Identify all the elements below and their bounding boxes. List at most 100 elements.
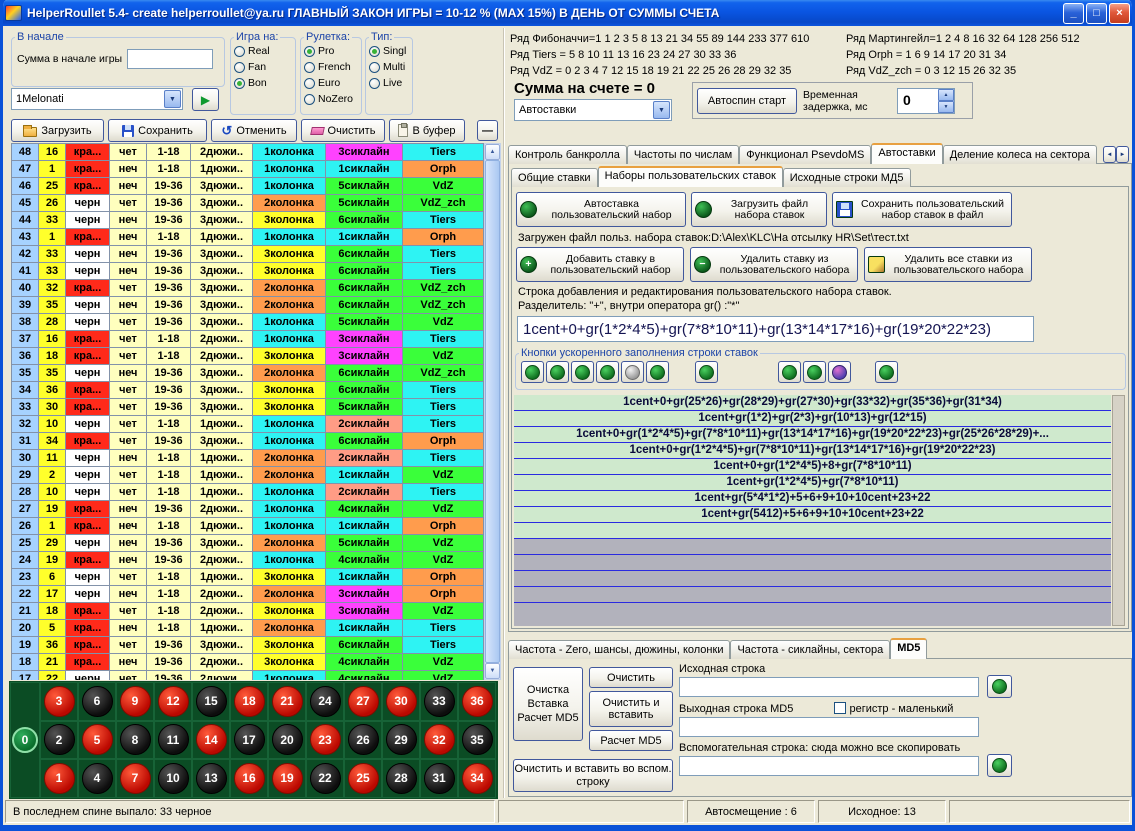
load-button[interactable]: Загрузить [11,119,104,142]
chip-button[interactable]: Автоставка пользовательский набор [516,192,686,227]
autospin-start-button[interactable]: Автоспин старт [697,88,797,114]
copy-to-buffer-button[interactable]: В буфер [389,119,465,142]
board-cell-14[interactable]: 14 [192,721,230,760]
tab-деление-колеса-на-сектора[interactable]: Деление колеса на сектора [943,145,1097,164]
board-cell-10[interactable]: 10 [154,759,192,798]
board-cell-23[interactable]: 23 [306,721,344,760]
lowercase-checkbox[interactable] [834,702,846,714]
board-cell-35[interactable]: 35 [458,721,496,760]
board-cell-32[interactable]: 32 [420,721,458,760]
radio-option-live[interactable]: Live [369,75,409,91]
radio-option-fan[interactable]: Fan [234,59,292,75]
md5-source-input[interactable] [679,677,979,697]
quick-bet-button[interactable] [621,361,644,383]
board-cell-20[interactable]: 20 [268,721,306,760]
board-cell-19[interactable]: 19 [268,759,306,798]
quick-bet-button[interactable] [571,361,594,383]
board-cell-29[interactable]: 29 [382,721,420,760]
remove-bet-button[interactable]: Удалить ставку из пользовательского набо… [690,247,858,282]
radio-option-multi[interactable]: Multi [369,59,409,75]
clear-button[interactable]: Очистить [301,119,385,142]
bet-list-item[interactable]: 1cent+0+gr(25*26)+gr(28*29)+gr(27*30)+gr… [514,395,1111,411]
radio-option-nozero[interactable]: NoZero [304,91,358,107]
board-cell-4[interactable]: 4 [78,759,116,798]
radio-option-pro[interactable]: Pro [304,43,358,59]
board-cell-8[interactable]: 8 [116,721,154,760]
board-cell-6[interactable]: 6 [78,682,116,721]
board-cell-28[interactable]: 28 [382,759,420,798]
board-cell-33[interactable]: 33 [420,682,458,721]
bet-list-item[interactable]: 1cent+gr(1*2*4*5)+gr(7*8*10*11) [514,475,1111,491]
collapse-button[interactable]: — [477,120,498,141]
md5-helper-input[interactable] [679,756,979,776]
save-set-button[interactable]: Сохранить пользовательский набор ставок … [832,192,1012,227]
start-sum-input[interactable] [127,49,213,69]
radio-option-bon[interactable]: Bon [234,75,292,91]
minimize-button[interactable]: _ [1063,3,1084,24]
md5-clear-button[interactable]: Очистить [589,667,673,688]
quick-bet-button[interactable] [803,361,826,383]
board-cell-7[interactable]: 7 [116,759,154,798]
close-button[interactable]: × [1109,3,1130,24]
board-cell-34[interactable]: 34 [458,759,496,798]
tab-наборы-пользовательских-ставок[interactable]: Наборы пользовательских ставок [598,166,783,187]
board-cell-12[interactable]: 12 [154,682,192,721]
bet-list-item[interactable]: 1cent+gr(5*4*1*2)+5+6+9+10+10cent+23+22 [514,491,1111,507]
board-cell-31[interactable]: 31 [420,759,458,798]
play-button[interactable]: ▶ [192,88,219,111]
md5-combo-button[interactable]: Очистка Вставка Расчет MD5 [513,667,583,741]
tab-scroll-right-icon[interactable]: ► [1116,146,1129,163]
board-cell-25[interactable]: 25 [344,759,382,798]
board-cell-17[interactable]: 17 [230,721,268,760]
tab-общие-ставки[interactable]: Общие ставки [511,168,598,187]
md5-calc-button[interactable]: Расчет MD5 [589,730,673,751]
tab-автоставки[interactable]: Автоставки [871,143,942,164]
radio-option-singl[interactable]: Singl [369,43,409,59]
table-scrollbar[interactable]: ▲ ▼ [484,143,501,680]
profile-select[interactable]: 1Melonati ▼ [11,88,183,110]
quick-bet-button[interactable] [646,361,669,383]
quick-bet-button[interactable] [828,361,851,383]
bet-string-input[interactable] [517,316,1034,342]
board-cell-13[interactable]: 13 [192,759,230,798]
load-set-button[interactable]: Загрузить файл набора ставок [691,192,827,227]
tab-исходные-строки-мд5[interactable]: Исходные строки МД5 [783,168,911,187]
maximize-button[interactable]: □ [1086,3,1107,24]
md5-clear-insert-helper-button[interactable]: Очистить и вставить во вспом. строку [513,759,673,792]
tab-частоты-по-числам[interactable]: Частоты по числам [627,145,739,164]
tab-md5[interactable]: MD5 [890,638,927,659]
tab-контроль-банкролла[interactable]: Контроль банкролла [508,145,627,164]
md5-helper-insert-button[interactable] [987,754,1012,777]
radio-option-euro[interactable]: Euro [304,75,358,91]
board-cell-11[interactable]: 11 [154,721,192,760]
quick-bet-button[interactable] [695,361,718,383]
remove-all-button[interactable]: Удалить все ставки из пользовательского … [864,247,1032,282]
spin-down-icon[interactable]: ▼ [938,101,954,113]
bet-list-scrollbar[interactable] [1112,395,1125,626]
autobets-select[interactable]: Автоставки ▼ [514,99,672,121]
quick-bet-button[interactable] [875,361,898,383]
board-cell-zero[interactable]: 0 [10,682,40,798]
board-cell-26[interactable]: 26 [344,721,382,760]
tab-частота-zero-шансы-дюжины-колонки[interactable]: Частота - Zero, шансы, дюжины, колонки [508,640,730,659]
board-cell-36[interactable]: 36 [458,682,496,721]
bet-list-item[interactable]: 1cent+0+gr(1*2*4*5)+8+gr(7*8*10*11) [514,459,1111,475]
scroll-thumb[interactable] [485,160,500,663]
chevron-down-icon[interactable]: ▼ [164,90,181,108]
board-cell-2[interactable]: 2 [40,721,78,760]
radio-option-real[interactable]: Real [234,43,292,59]
board-cell-16[interactable]: 16 [230,759,268,798]
quick-bet-button[interactable] [596,361,619,383]
md5-output-input[interactable] [679,717,979,737]
delay-spinner[interactable]: 0 ▲ ▼ [897,88,955,114]
board-cell-1[interactable]: 1 [40,759,78,798]
undo-button[interactable]: ↺ Отменить [211,119,297,142]
quick-bet-button[interactable] [521,361,544,383]
scroll-down-icon[interactable]: ▼ [485,663,500,679]
tab-функционал-psevdoms[interactable]: Функционал PsevdoMS [739,145,871,164]
board-cell-21[interactable]: 21 [268,682,306,721]
bet-list-item[interactable]: 1cent+0+gr(1*2*4*5)+gr(7*8*10*11)+gr(13*… [514,427,1111,443]
chevron-down-icon[interactable]: ▼ [653,101,670,119]
add-bet-button[interactable]: Добавить ставку в пользовательский набор [516,247,684,282]
board-cell-9[interactable]: 9 [116,682,154,721]
